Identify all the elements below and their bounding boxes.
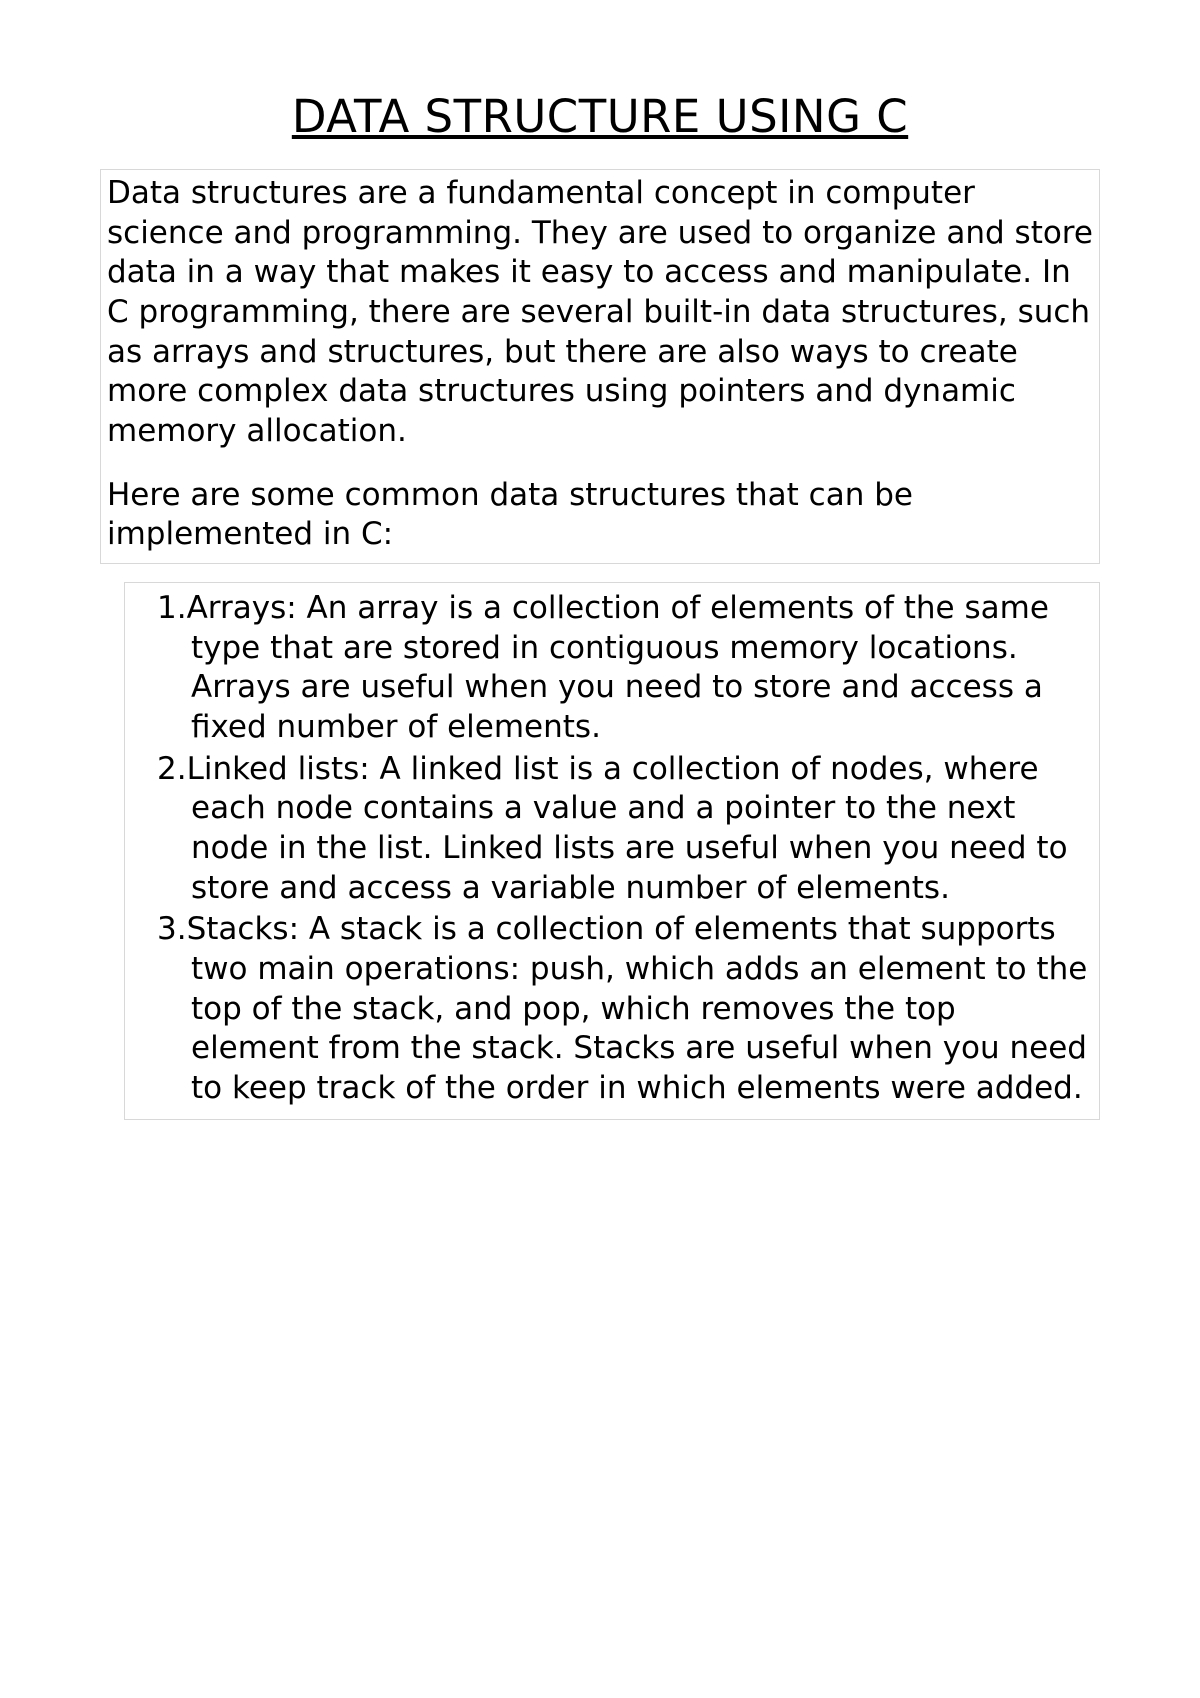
list-section: Arrays: An array is a collection of elem… (124, 582, 1100, 1120)
data-structure-list: Arrays: An array is a collection of elem… (133, 589, 1091, 1109)
document-title: DATA STRUCTURE USING C (100, 90, 1100, 143)
intro-paragraph-2: Here are some common data structures tha… (107, 476, 1093, 555)
intro-paragraph-1: Data structures are a fundamental concep… (107, 174, 1093, 452)
intro-section: Data structures are a fundamental concep… (100, 169, 1100, 564)
list-item: Stacks: A stack is a collection of eleme… (133, 910, 1091, 1108)
list-item: Arrays: An array is a collection of elem… (133, 589, 1091, 748)
list-item: Linked lists: A linked list is a collect… (133, 750, 1091, 909)
